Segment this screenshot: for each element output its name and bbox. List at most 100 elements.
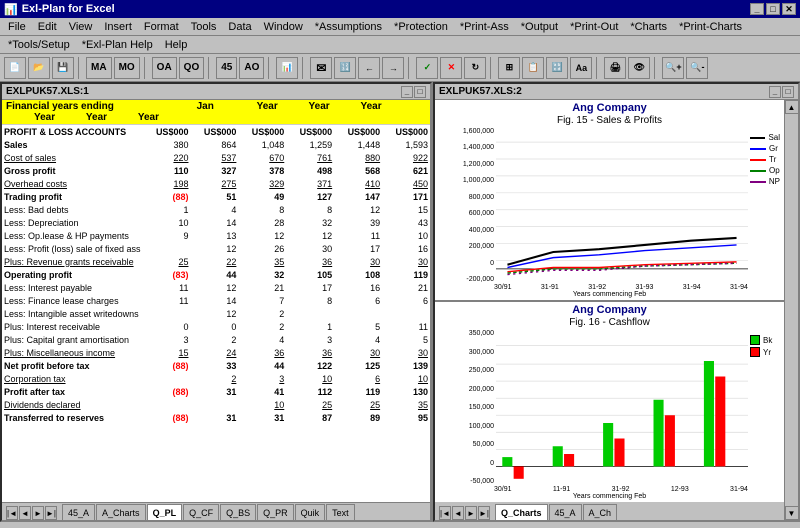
tab-acharts[interactable]: A_Charts bbox=[96, 504, 146, 520]
ma-button[interactable]: MA bbox=[86, 57, 112, 79]
right-max-button[interactable]: □ bbox=[782, 86, 794, 98]
check-button[interactable]: ✓ bbox=[416, 57, 438, 79]
maximize-button[interactable]: □ bbox=[766, 3, 780, 15]
scroll-down-arrow[interactable]: ▼ bbox=[785, 506, 799, 520]
right-tab-nav[interactable]: |◄ ◄ ► ►| bbox=[439, 506, 490, 520]
window-controls[interactable]: _ □ ✕ bbox=[750, 3, 796, 15]
menu-help[interactable]: Help bbox=[159, 37, 194, 53]
row-val: 329 bbox=[238, 177, 286, 190]
scroll-up-arrow[interactable]: ▲ bbox=[785, 100, 799, 114]
row-val: 4 bbox=[334, 333, 382, 346]
tab-first-button[interactable]: |◄ bbox=[6, 506, 18, 520]
row-val: 10 bbox=[143, 216, 191, 229]
menu-tools-setup[interactable]: *Tools/Setup bbox=[2, 37, 76, 53]
menu-print-out[interactable]: *Print-Out bbox=[564, 19, 624, 35]
email-button[interactable]: ✉ bbox=[310, 57, 332, 79]
copy-button[interactable]: ⊞ bbox=[498, 57, 520, 79]
preview-button[interactable]: 👁 bbox=[628, 57, 650, 79]
menu-file[interactable]: File bbox=[2, 19, 32, 35]
menu-insert[interactable]: Insert bbox=[98, 19, 138, 35]
back-button[interactable]: ← bbox=[358, 57, 380, 79]
menu-assumptions[interactable]: *Assumptions bbox=[309, 19, 388, 35]
row-val: 220 bbox=[143, 151, 191, 164]
left-max-button[interactable]: □ bbox=[414, 86, 426, 98]
tab-qpl[interactable]: Q_PL bbox=[147, 504, 183, 520]
paste-button[interactable]: 📋 bbox=[522, 57, 544, 79]
tab-45a[interactable]: 45_A bbox=[62, 504, 95, 520]
row-val: 5 bbox=[334, 320, 382, 333]
close-button[interactable]: ✕ bbox=[782, 3, 796, 15]
menu-charts[interactable]: *Charts bbox=[624, 19, 673, 35]
menu-exlplan-help[interactable]: *Exl-Plan Help bbox=[76, 37, 159, 53]
row-val: 380 bbox=[143, 138, 191, 151]
row-val: 51 bbox=[190, 190, 238, 203]
row-label: Corporation tax bbox=[2, 372, 143, 385]
right-tab-qcharts[interactable]: Q_Charts bbox=[495, 504, 548, 520]
row-val: (83) bbox=[143, 268, 191, 281]
tab-qpr[interactable]: Q_PR bbox=[257, 504, 294, 520]
legend-label: Tr bbox=[769, 155, 776, 164]
menu-print-charts[interactable]: *Print-Charts bbox=[673, 19, 748, 35]
zoom-in-button[interactable]: 🔍+ bbox=[662, 57, 684, 79]
tab-prev-button[interactable]: ◄ bbox=[19, 506, 31, 520]
right-tab-prev[interactable]: ◄ bbox=[452, 506, 464, 520]
row-val bbox=[143, 242, 191, 255]
save-button[interactable]: 💾 bbox=[52, 57, 74, 79]
tab-quik[interactable]: Quik bbox=[295, 504, 326, 520]
row-label: Plus: Miscellaneous income bbox=[2, 346, 143, 359]
oa-button[interactable]: OA bbox=[152, 57, 177, 79]
row-val: 35 bbox=[382, 398, 430, 411]
right-tab-last[interactable]: ►| bbox=[478, 506, 490, 520]
y-label: 1,600,000 bbox=[439, 128, 494, 135]
refresh-button[interactable]: ↻ bbox=[464, 57, 486, 79]
menu-format[interactable]: Format bbox=[138, 19, 185, 35]
chart-button[interactable]: 📊 bbox=[276, 57, 298, 79]
row-val: 450 bbox=[382, 177, 430, 190]
right-tab-45a[interactable]: 45_A bbox=[549, 504, 582, 520]
menu-view[interactable]: View bbox=[63, 19, 99, 35]
menu-protection[interactable]: *Protection bbox=[388, 19, 454, 35]
tab-last-button[interactable]: ►| bbox=[45, 506, 57, 520]
scroll-track[interactable] bbox=[790, 114, 794, 506]
print-button[interactable]: 🖨 bbox=[604, 57, 626, 79]
tab-nav-controls[interactable]: |◄ ◄ ► ►| bbox=[6, 506, 57, 520]
forward-button[interactable]: → bbox=[382, 57, 404, 79]
spreadsheet-area[interactable]: Financial years ending Jan Year Year Yea… bbox=[2, 100, 430, 502]
ao-button[interactable]: AO bbox=[239, 57, 264, 79]
zoom-out-button[interactable]: 🔍- bbox=[686, 57, 708, 79]
section-header-row: PROFIT & LOSS ACCOUNTS US$000 US$000 US$… bbox=[2, 125, 430, 138]
cashflow-chart-container: Ang Company Fig. 16 - Cashflow 350,000 3… bbox=[435, 302, 784, 502]
menu-edit[interactable]: Edit bbox=[32, 19, 63, 35]
menu-tools[interactable]: Tools bbox=[185, 19, 223, 35]
format-button[interactable]: 🔡 bbox=[546, 57, 568, 79]
right-tab-next[interactable]: ► bbox=[465, 506, 477, 520]
45-button[interactable]: 45 bbox=[216, 57, 237, 79]
minimize-button[interactable]: _ bbox=[750, 3, 764, 15]
style-button[interactable]: Aa bbox=[570, 57, 592, 79]
sales-profits-chart: Ang Company Fig. 15 - Sales & Profits 1,… bbox=[435, 100, 784, 300]
right-panel-controls[interactable]: _ □ bbox=[769, 86, 794, 98]
left-min-button[interactable]: _ bbox=[401, 86, 413, 98]
menu-output[interactable]: *Output bbox=[515, 19, 564, 35]
calc-button[interactable]: 🔢 bbox=[334, 57, 356, 79]
right-tab-first[interactable]: |◄ bbox=[439, 506, 451, 520]
right-min-button[interactable]: _ bbox=[769, 86, 781, 98]
tab-qcf[interactable]: Q_CF bbox=[183, 504, 219, 520]
row-val: 130 bbox=[382, 385, 430, 398]
tab-qbs[interactable]: Q_BS bbox=[220, 504, 256, 520]
mo-button[interactable]: MO bbox=[114, 57, 140, 79]
section-label: PROFIT & LOSS ACCOUNTS bbox=[2, 125, 143, 138]
left-panel-controls[interactable]: _ □ bbox=[401, 86, 426, 98]
right-scrollbar-vertical[interactable]: ▲ ▼ bbox=[784, 100, 798, 520]
cancel-button[interactable]: ✕ bbox=[440, 57, 462, 79]
menu-window[interactable]: Window bbox=[258, 19, 309, 35]
row-val bbox=[190, 398, 238, 411]
qo-button[interactable]: QO bbox=[179, 57, 205, 79]
new-button[interactable]: 📄 bbox=[4, 57, 26, 79]
open-button[interactable]: 📂 bbox=[28, 57, 50, 79]
menu-print-ass[interactable]: *Print-Ass bbox=[454, 19, 515, 35]
tab-next-button[interactable]: ► bbox=[32, 506, 44, 520]
menu-data[interactable]: Data bbox=[222, 19, 257, 35]
tab-text[interactable]: Text bbox=[326, 504, 355, 520]
right-tab-ach[interactable]: A_Ch bbox=[583, 504, 618, 520]
